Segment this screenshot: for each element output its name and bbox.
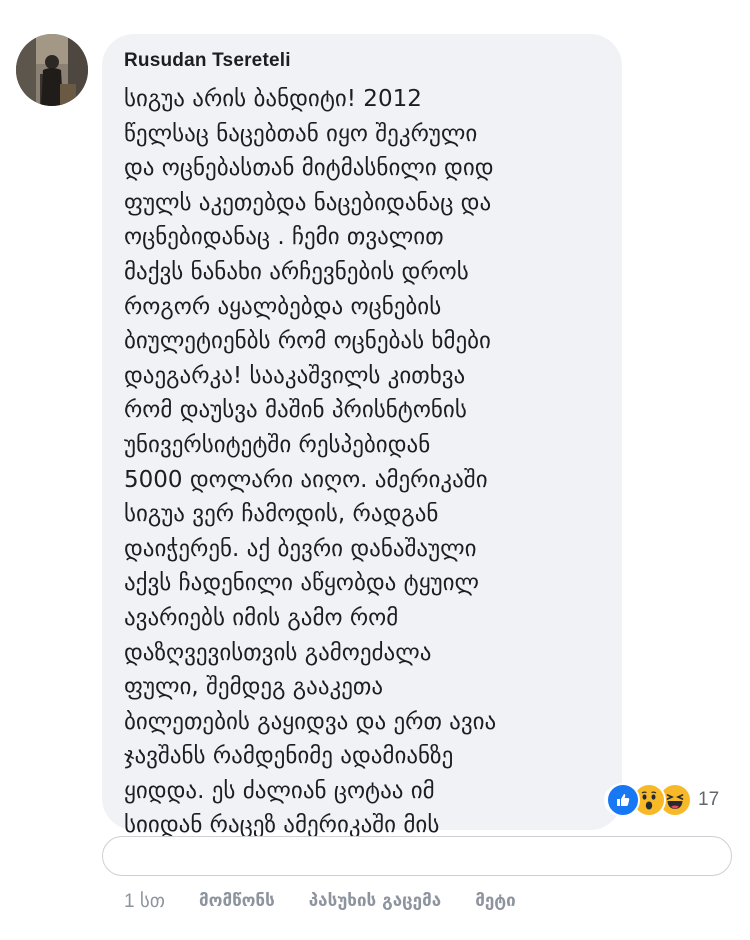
comment-text-line: რომ დაუსვა მაშინ პრისნტონის xyxy=(124,397,467,424)
comment-text-line: ბილეთების გაყიდვა და ერთ ავია xyxy=(124,708,497,735)
comment-text-line: ოცნებიდანაც . ჩემი თვალით xyxy=(124,224,444,251)
comment-text-line: უნივერსიტეტში რესპებიდან xyxy=(124,431,431,458)
comment-author[interactable]: Rusudan Tsereteli xyxy=(124,48,602,74)
reply-input[interactable] xyxy=(102,836,732,876)
comment-text-line: 5000 დოლარი აიღო. ამერიკაში xyxy=(124,466,488,493)
comment-text-line: როგორ აყალბებდა ოცნების xyxy=(124,293,442,320)
avatar-photo xyxy=(16,34,88,106)
comment-text-line: წელსაც ნაცებთან იყო შეკრული xyxy=(124,120,478,147)
reply-button[interactable]: პასუხის გაცემა xyxy=(309,891,441,911)
comment-text-line: აქვს ჩადენილი აწყობდა ტყუილ xyxy=(124,570,480,597)
comment-actions: 1 სთ მომწონს პასუხის გაცემა მეტი xyxy=(124,886,550,916)
comment-text-line: დაზღვევისთვის გამოეძალა xyxy=(124,639,432,666)
comment-text-line: ბიულეტიენბს რომ ოცნებას ხმები xyxy=(124,328,491,355)
comment-screen: Rusudan Tsereteli სიგუა არის ბანდიტი! 20… xyxy=(0,0,750,940)
comment-text-line: სიგუა ვერ ჩამოდის, რადგან xyxy=(124,501,439,528)
more-button[interactable]: მეტი xyxy=(475,891,516,911)
comment-text-line: სიგუა არის ბანდიტი! 2012 xyxy=(124,86,422,112)
like-icon xyxy=(606,783,640,817)
comment-bubble: Rusudan Tsereteli სიგუა არის ბანდიტი! 20… xyxy=(102,34,622,873)
comment-text-line: ავარიებს იმის გამო რომ xyxy=(124,604,399,631)
timestamp[interactable]: 1 სთ xyxy=(124,890,165,913)
comment-text-line: ჯავშანს რამდენიმე ადამიანზე xyxy=(124,743,454,770)
comment-text-line: მაქვს ნანახი არჩევნების დროს xyxy=(124,258,469,285)
comment-text-line: ფულს აკეთებდა ნაცებიდანაც და xyxy=(124,189,492,216)
comment-text-line: ყიდდა. ეს ძალიან ცოტაა იმ xyxy=(124,777,435,804)
comment-text-line: ფული, შემდეგ გააკეთა xyxy=(124,674,384,701)
reaction-count: 17 xyxy=(698,789,720,810)
comment-text-line: და ოცნებასთან მიტმასნილი დიდ xyxy=(124,155,494,182)
avatar[interactable] xyxy=(16,34,88,106)
comment-text-line: დაეგარკა! სააკაშვილს კითხვა xyxy=(124,362,466,389)
reactions-summary[interactable]: 17 xyxy=(604,783,726,817)
comment-text-line: დაიჭერენ. აქ ბევრი დანაშაული xyxy=(124,535,477,562)
like-button[interactable]: მომწონს xyxy=(199,891,275,911)
comment-text: სიგუა არის ბანდიტი! 2012 წელსაც ნაცებთან … xyxy=(124,82,602,878)
